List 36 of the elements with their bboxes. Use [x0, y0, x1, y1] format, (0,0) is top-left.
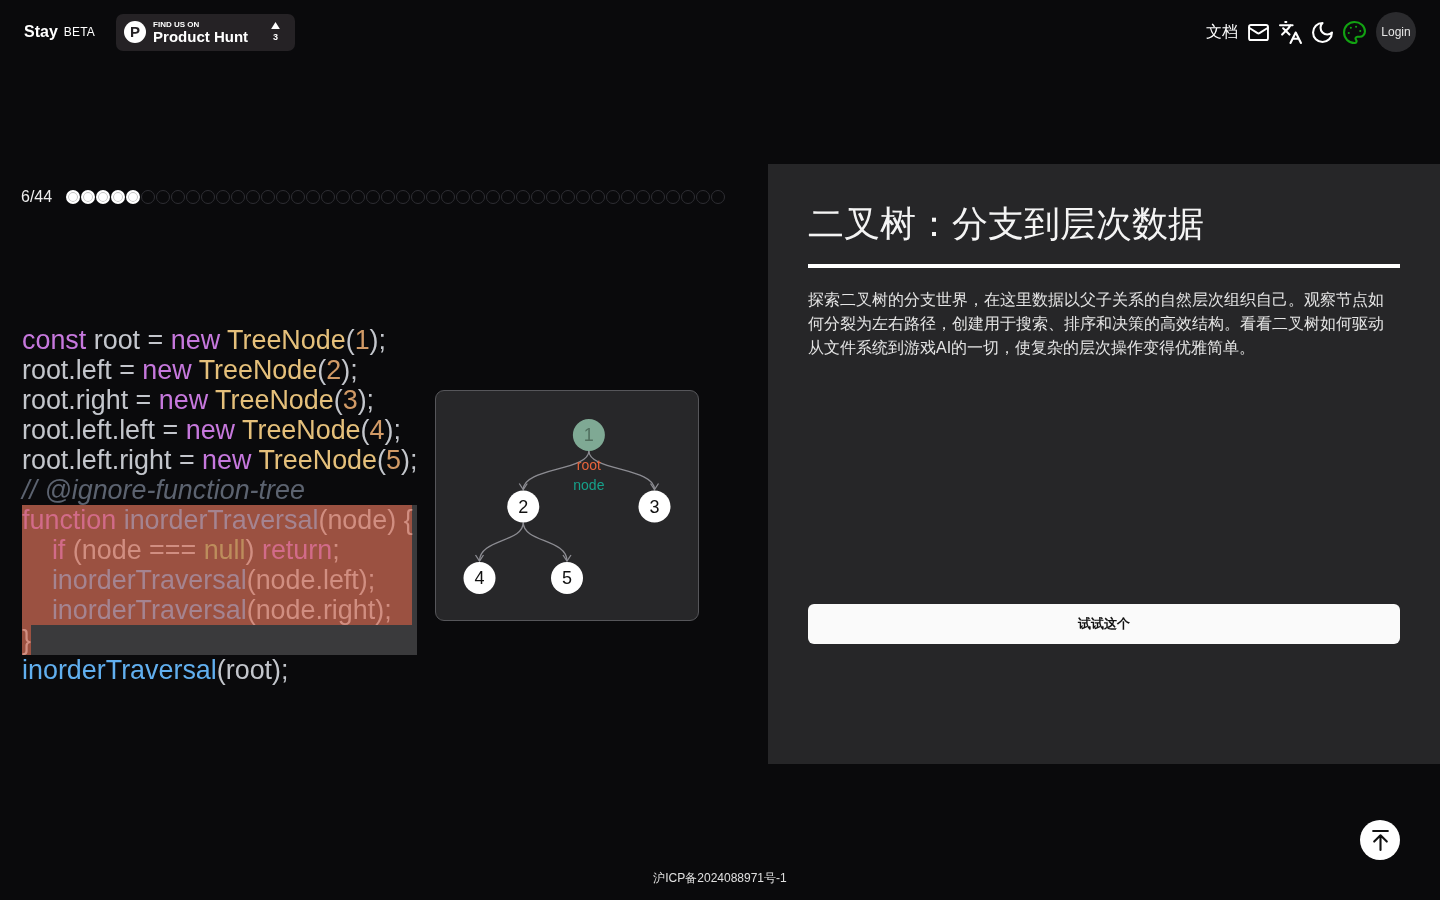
try-button[interactable]: 试试这个: [808, 604, 1400, 644]
tree-node: 2: [507, 490, 540, 522]
tree-node: 4: [463, 561, 496, 594]
license-link[interactable]: 沪ICP备2024088971号-1: [653, 871, 787, 885]
tree-node: 1: [573, 418, 606, 451]
beta-label: BETA: [63, 25, 96, 39]
badge-title: Product Hunt: [153, 28, 249, 45]
lesson-text: 探索二叉树的分支世界，在这里数据以父子关系的自然层次组织自己。观察节点如何分裂为左右路径，创建用于搜索、排序和决策的高效结构。看看二叉树如何驱动从文件系统到游戏AI的一切，使复杂的层次操作变得优雅简单。: [808, 290, 1385, 358]
code-line: root.right = new TreeNode(3);: [22, 385, 376, 415]
mail-icon[interactable]: [1248, 23, 1269, 41]
moon-icon[interactable]: [1312, 21, 1333, 43]
back-to-top-button[interactable]: [1360, 820, 1400, 860]
code-line: root.left.left = new TreeNode(4);: [22, 415, 402, 445]
progress-counter: 6/44: [21, 187, 53, 207]
code-line: const root = new TreeNode(1);: [22, 325, 388, 355]
docs-link[interactable]: 文档: [1206, 21, 1238, 43]
code-line: root.left = new TreeNode(2);: [22, 355, 359, 385]
login-button[interactable]: Login: [1376, 12, 1416, 52]
edge-arrow: [475, 521, 525, 562]
vote-count: 3: [273, 32, 279, 42]
tree-node: 3: [638, 490, 671, 522]
brand-name: Stay: [24, 23, 58, 41]
tree-node: 5: [551, 561, 584, 594]
edge-arrow: [523, 521, 573, 562]
badge-kicker: FIND US ON: [153, 19, 201, 29]
code-line: root.left.right = new TreeNode(5);: [22, 445, 418, 475]
code-line: inorderTraversal(root);: [22, 655, 290, 685]
triangle-up-icon: [271, 22, 281, 29]
logo-mark: P: [124, 21, 147, 43]
pointer-label: root: [577, 456, 602, 473]
pointer-label: node: [573, 476, 605, 493]
palette-icon[interactable]: [1343, 20, 1366, 44]
arrow-up-to-line-icon: [1371, 829, 1389, 851]
lesson-title: 二叉树：分支到层次数据: [808, 202, 1205, 246]
code-line: // @ignore-function-tree: [22, 475, 306, 505]
translate-icon[interactable]: [1279, 20, 1302, 44]
